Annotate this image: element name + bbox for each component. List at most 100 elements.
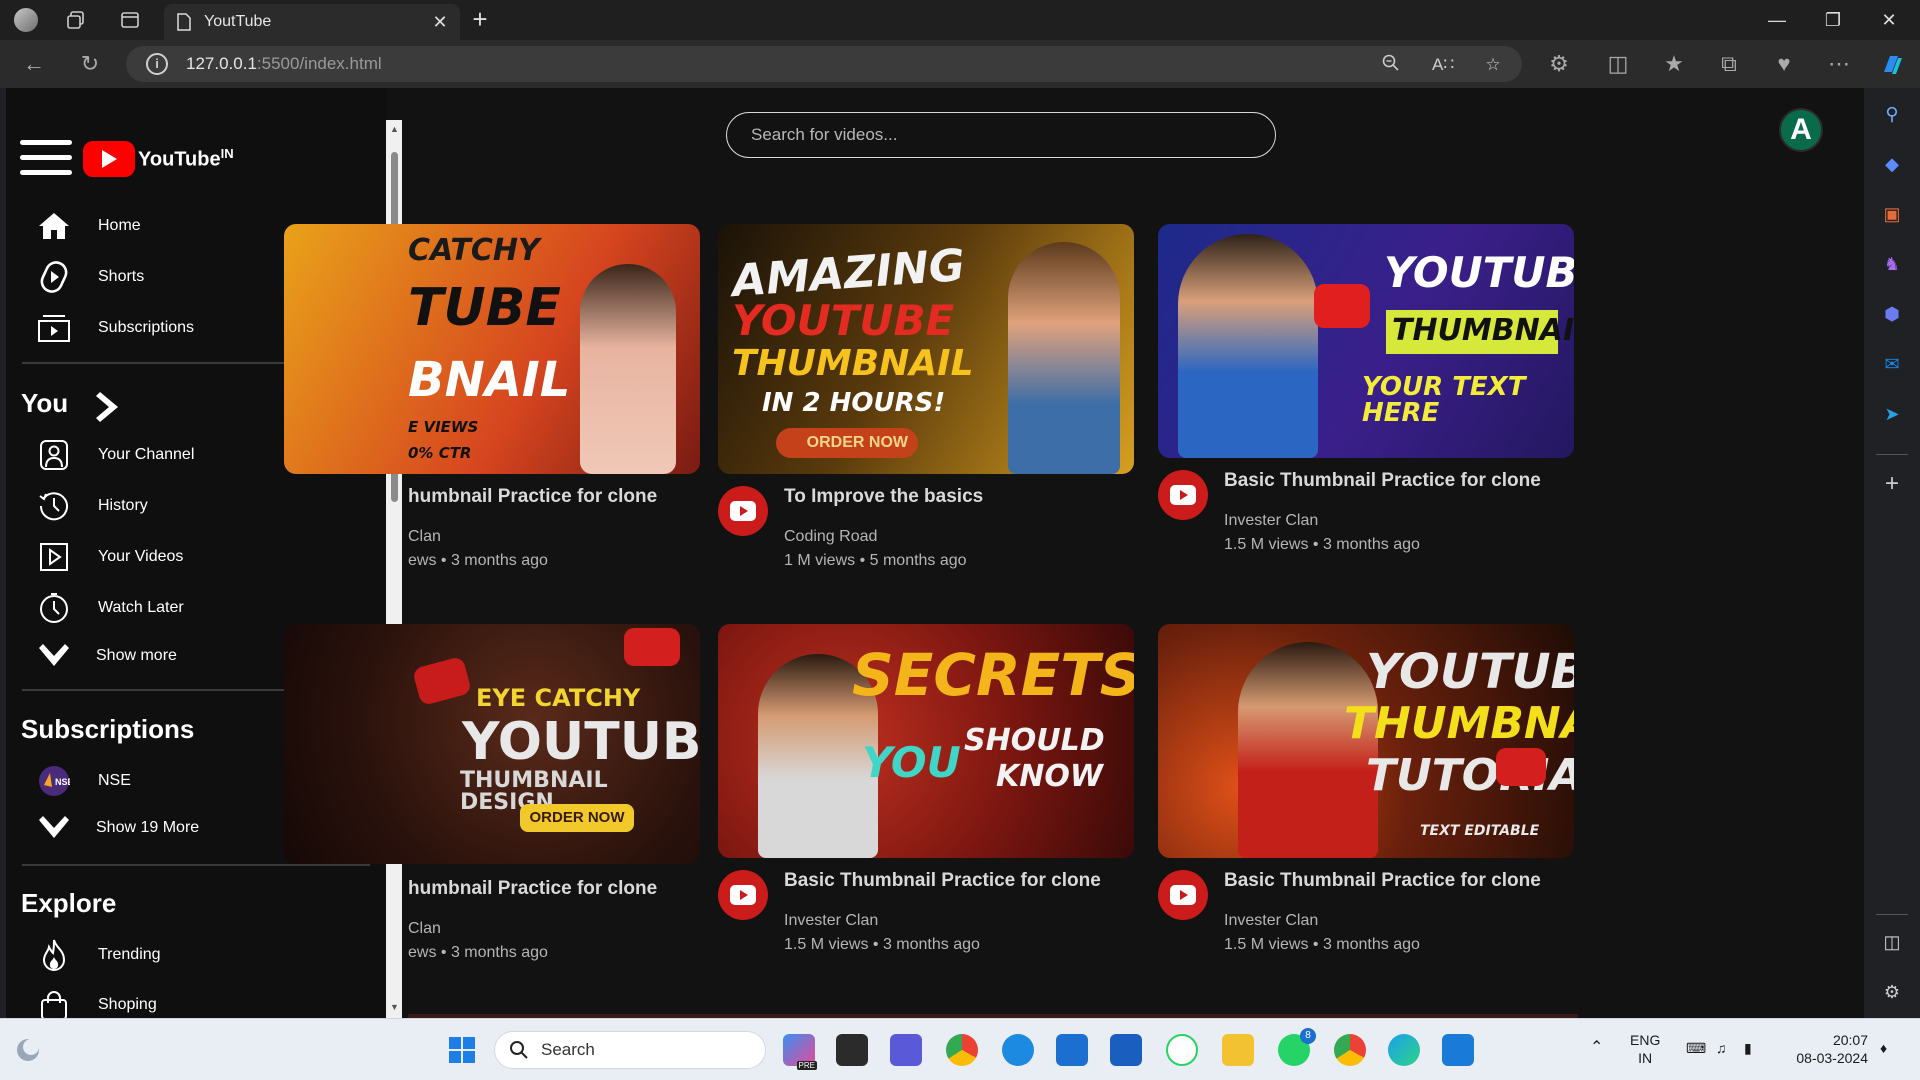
outlook-icon[interactable]: ✉	[1880, 352, 1904, 376]
whatsapp-icon[interactable]: 8	[1278, 1028, 1316, 1066]
send-icon[interactable]: ➤	[1880, 402, 1904, 426]
sidebar-item-shopping[interactable]: Shoping	[36, 988, 157, 1018]
scroll-down-icon[interactable]: ▼	[390, 1002, 399, 1012]
sidebar-item-subscriptions[interactable]: Subscriptions	[36, 311, 194, 345]
video-title[interactable]: Basic Thumbnail Practice for clone	[1224, 470, 1541, 492]
copilot-taskbar-icon[interactable]: PRE	[783, 1034, 817, 1070]
new-tab-icon[interactable]: +	[468, 6, 492, 32]
you-heading[interactable]: You	[21, 388, 68, 419]
account-avatar[interactable]: A	[1779, 108, 1823, 152]
start-menu-icon[interactable]	[446, 1034, 478, 1066]
sidebar-item-watch-later[interactable]: Watch Later	[36, 591, 184, 625]
games-icon[interactable]: ♞	[1880, 252, 1904, 276]
favorites-icon[interactable]: ★	[1660, 52, 1688, 76]
wifi-icon[interactable]: ⌨	[1686, 1039, 1706, 1057]
video-thumbnail[interactable]: YOUTUBE THUMBNAIL TUTORIAL TEXT EDITABLE	[1158, 624, 1574, 858]
hide-sidebar-icon[interactable]: ◫	[1880, 930, 1904, 954]
taskbar-search-box[interactable]: Search	[494, 1031, 766, 1069]
sidebar-item-shorts[interactable]: Shorts	[36, 260, 144, 294]
edge-icon[interactable]	[1388, 1034, 1420, 1066]
more-menu-icon[interactable]: ⋯	[1825, 52, 1853, 76]
video-title[interactable]: Basic Thumbnail Practice for clone	[784, 870, 1101, 892]
copilot-icon[interactable]	[1880, 52, 1908, 76]
video-thumbnail[interactable]: AMAZING YOUTUBE THUMBNAIL IN 2 HOURS! OR…	[718, 224, 1134, 474]
tab-actions-icon[interactable]	[118, 8, 142, 32]
tray-overflow-icon[interactable]: ⌃	[1590, 1039, 1603, 1057]
restore-icon[interactable]: ❐	[1810, 4, 1856, 36]
volume-icon[interactable]: ♫	[1716, 1039, 1727, 1057]
clock[interactable]: 20:07 08-03-2024	[1784, 1031, 1868, 1067]
channel-logo-icon[interactable]	[718, 486, 768, 536]
back-icon[interactable]: ←	[20, 52, 48, 76]
add-icon[interactable]: +	[1880, 470, 1904, 497]
sidebar-item-your-videos[interactable]: Your Videos	[36, 540, 183, 574]
sidebar-item-your-channel[interactable]: Your Channel	[36, 438, 194, 472]
copilot-app-icon[interactable]: ⬢	[1880, 302, 1904, 326]
video-title[interactable]: Basic Thumbnail Practice for clone	[1224, 870, 1541, 892]
sidebar-item-nse[interactable]: NSE NSE	[36, 764, 131, 798]
sidebar-item-history[interactable]: History	[36, 489, 148, 523]
split-screen-icon[interactable]: ◫	[1604, 52, 1632, 76]
favorite-star-icon[interactable]: ☆	[1482, 54, 1504, 76]
minimize-icon[interactable]: —	[1754, 4, 1800, 36]
messenger-icon[interactable]	[1002, 1034, 1034, 1066]
search-input[interactable]	[726, 112, 1276, 158]
file-explorer-icon[interactable]	[1222, 1034, 1254, 1066]
meet-icon[interactable]	[890, 1034, 922, 1066]
language-indicator[interactable]: ENG IN	[1630, 1031, 1660, 1067]
settings-gear-icon[interactable]: ⚙	[1880, 980, 1904, 1004]
sidebar-item-home[interactable]: Home	[36, 209, 141, 243]
sidebar-show-19-more[interactable]: Show 19 More	[36, 811, 199, 845]
video-thumbnail[interactable]: EYE CATCHY YOUTUBE THUMBNAIL DESIGN ORDE…	[284, 624, 700, 864]
channel-logo-icon[interactable]	[1158, 470, 1208, 520]
video-thumbnail[interactable]: CATCHY TUBE BNAIL E VIEWS 0% CTR	[284, 224, 700, 474]
video-title[interactable]: humbnail Practice for clone	[408, 878, 657, 900]
store-icon[interactable]	[1056, 1034, 1088, 1066]
read-aloud-icon[interactable]: A∷	[1432, 54, 1454, 76]
browser-tab[interactable]: YoutTube ✕	[164, 4, 460, 40]
battery-icon[interactable]: ▮	[1744, 1039, 1752, 1057]
browser-profile-avatar[interactable]	[14, 8, 38, 32]
tab-close-icon[interactable]: ✕	[430, 12, 450, 32]
whatsapp-web-icon[interactable]	[1166, 1034, 1198, 1066]
url-text[interactable]: 127.0.0.1:5500/index.html	[186, 54, 382, 74]
collections-icon[interactable]: ⧉	[1715, 52, 1743, 76]
site-info-icon[interactable]: i	[146, 53, 168, 75]
hamburger-menu-icon[interactable]	[20, 140, 72, 178]
channel-logo-icon[interactable]	[1158, 870, 1208, 920]
chrome-profile-icon[interactable]	[1334, 1034, 1366, 1066]
video-thumbnail[interactable]: SECRETS YOU SHOULD KNOW	[718, 624, 1134, 858]
zoom-icon[interactable]	[1382, 54, 1404, 76]
video-channel[interactable]: Clan	[408, 920, 441, 938]
search-icon[interactable]: ⚲	[1880, 102, 1904, 126]
video-channel[interactable]: Coding Road	[784, 528, 877, 546]
sidebar-show-more[interactable]: Show more	[36, 639, 177, 673]
scroll-up-icon[interactable]: ▲	[390, 124, 399, 134]
weather-widget-icon[interactable]	[12, 1034, 44, 1066]
sidebar-item-trending[interactable]: Trending	[36, 938, 161, 972]
video-title[interactable]: To Improve the basics	[784, 486, 983, 508]
channel-logo-icon[interactable]	[718, 870, 768, 920]
workspaces-icon[interactable]	[64, 8, 88, 32]
video-thumbnail[interactable]: YOUTUBE THUMBNAIL YOUR TEXT HERE	[1158, 224, 1574, 458]
tag-icon[interactable]: ◆	[1880, 152, 1904, 176]
task-view-icon[interactable]	[836, 1034, 868, 1066]
notification-bell-icon[interactable]: ♦	[1880, 1039, 1887, 1057]
video-title[interactable]: humbnail Practice for clone	[408, 486, 657, 508]
address-bar[interactable]: i 127.0.0.1:5500/index.html A∷ ☆	[126, 46, 1522, 82]
youtube-logo-icon[interactable]	[83, 141, 135, 177]
youtube-wordmark[interactable]: YouTubeIN	[138, 146, 234, 172]
vscode-icon[interactable]	[1442, 1034, 1474, 1066]
remote-desktop-icon[interactable]	[1110, 1034, 1142, 1066]
toolbox-icon[interactable]: ▣	[1880, 202, 1904, 226]
video-channel[interactable]: Clan	[408, 528, 441, 546]
video-channel[interactable]: Invester Clan	[784, 912, 878, 930]
extensions-icon[interactable]: ⚙	[1545, 52, 1573, 76]
window-close-icon[interactable]: ✕	[1866, 4, 1912, 36]
refresh-icon[interactable]: ↻	[76, 52, 104, 76]
video-channel[interactable]: Invester Clan	[1224, 512, 1318, 530]
chrome-icon[interactable]	[946, 1034, 978, 1066]
browser-essentials-icon[interactable]: ♥	[1770, 52, 1798, 76]
video-channel[interactable]: Invester Clan	[1224, 912, 1318, 930]
chevron-right-icon[interactable]	[94, 390, 124, 424]
